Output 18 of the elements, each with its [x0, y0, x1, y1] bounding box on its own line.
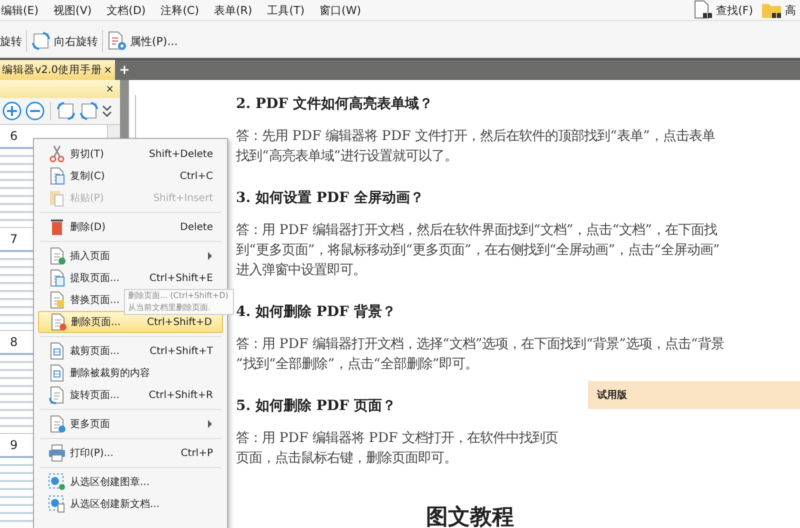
answer-paragraph: 答：用 PDF 编辑器将 PDF 文档打开，在软件中找到页: [236, 430, 560, 448]
tooltip-description: 从当前文档里删除页面.: [128, 303, 212, 313]
page-number: 9: [10, 437, 18, 454]
page-number: 7: [10, 231, 18, 248]
tab-title: 编辑器v2.0使用手册: [2, 63, 102, 77]
tooltip-title: 删除页面... (Ctrl+Shift+D): [128, 291, 230, 301]
question-heading: 5. 如何删除 PDF 页面？: [236, 397, 397, 415]
question-heading: 4. 如何删除 PDF 背景？: [236, 303, 397, 321]
answer-paragraph: 答：用 PDF 编辑器打开文档，选择“文档”选项，在下面找到“背景”选项，点击“背景”找到“全部删除”，点击“全部删除”即可。: [236, 336, 725, 374]
trial-title: 试用版: [597, 388, 627, 402]
page-number: 8: [10, 334, 18, 351]
page-number: 6: [10, 128, 18, 145]
question-heading: 2. PDF 文件如何高亮表单域？: [236, 95, 434, 113]
answer-paragraph: 答：先用 PDF 编辑器将 PDF 文件打开，然后在软件的顶部找到“表单”，点击表单找到“高亮表单域”进行设置就可以了。: [236, 128, 716, 166]
answer-paragraph: 答：用 PDF 编辑器打开文档，然后在软件界面找到“文档”，点击“文档”，在下面找到“更多页面”，将鼠标移动到“更多页面”，在右侧找到“全屏动画”，点击“全屏动画”进入弹窗中设置即可。: [236, 222, 721, 280]
answer-paragraph: 页面，点击鼠标右键，删除页面即可。: [236, 450, 458, 468]
section-title: 图文教程: [426, 505, 515, 528]
question-heading: 3. 如何设置 PDF 全屏动画？: [236, 189, 425, 207]
